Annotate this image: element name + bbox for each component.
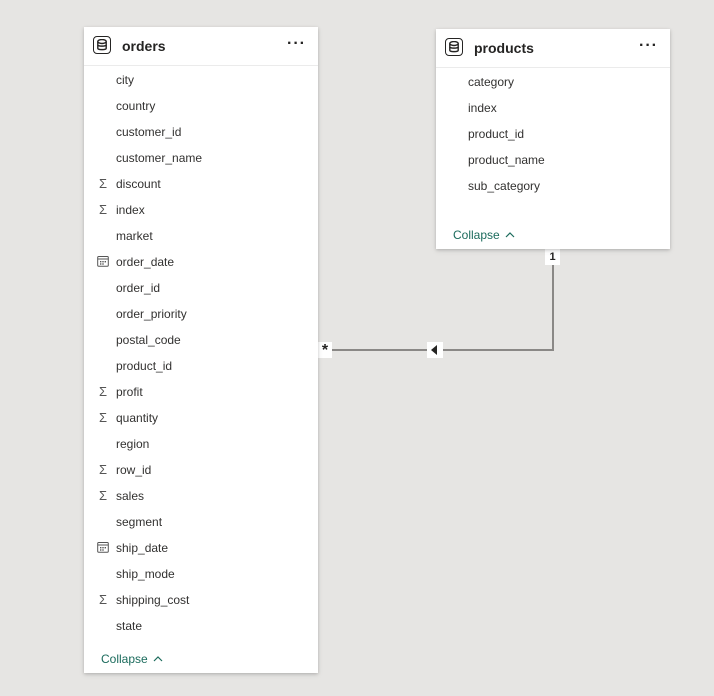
collapse-label: Collapse [453, 228, 500, 242]
field-name: product_name [468, 153, 545, 167]
field-name: order_date [116, 255, 175, 269]
field-name: sales [116, 489, 145, 503]
products-collapse-button[interactable]: Collapse [453, 228, 515, 242]
sigma-icon: Σ [98, 410, 108, 425]
orders-table-header[interactable]: orders ··· [84, 27, 318, 66]
sigma-icon: Σ [98, 488, 108, 503]
field-name: market [116, 229, 153, 243]
field-row-sub-category[interactable]: sub_category [436, 173, 670, 199]
calendar-icon [96, 535, 110, 561]
field-name: segment [116, 515, 163, 529]
orders-field-list: city country customer_id customer_name Σdisc… [84, 66, 318, 639]
field-row-product-name[interactable]: product_name [436, 147, 670, 173]
database-icon [445, 38, 463, 56]
database-icon [93, 36, 111, 54]
field-name: order_id [116, 281, 161, 295]
field-name: quantity [116, 411, 159, 425]
orders-table-title: orders [122, 38, 166, 54]
sigma-icon: Σ [98, 176, 108, 191]
field-row-region[interactable]: region [84, 431, 318, 457]
field-row-profit[interactable]: Σprofit [84, 379, 318, 405]
orders-table-card[interactable]: orders ··· city country customer_idcustome… [84, 27, 318, 673]
field-row-country[interactable]: country [84, 93, 318, 119]
field-row-order-priority[interactable]: order_priority [84, 301, 318, 327]
relationship-many-badge: * [318, 342, 332, 359]
field-row-product-id[interactable]: product_id [84, 353, 318, 379]
field-name: sub_category [468, 179, 541, 193]
calendar-icon [96, 249, 110, 275]
collapse-label: Collapse [101, 652, 148, 666]
field-name: category [468, 75, 515, 89]
field-name: country [116, 99, 156, 113]
field-name: city [116, 73, 134, 87]
chevron-up-icon [153, 652, 163, 666]
sigma-icon: Σ [98, 462, 108, 477]
relationship-one-badge: 1 [545, 249, 560, 265]
field-row-row-id[interactable]: Σrow_id [84, 457, 318, 483]
products-table-header[interactable]: products ··· [436, 29, 670, 68]
products-more-options-button[interactable]: ··· [639, 37, 658, 55]
sigma-icon: Σ [98, 384, 108, 399]
field-row-sales[interactable]: Σsales [84, 483, 318, 509]
field-row-segment[interactable]: segment [84, 509, 318, 535]
field-row-index[interactable]: Σindex [84, 197, 318, 223]
field-name: index [468, 101, 497, 115]
field-row-product-id[interactable]: product_id [436, 121, 670, 147]
field-row-customer-name[interactable]: customer_name [84, 145, 318, 171]
sigma-icon: Σ [98, 202, 108, 217]
field-name: discount [116, 177, 161, 191]
field-name: row_id [116, 463, 152, 477]
field-row-customer-id[interactable]: customer_id [84, 119, 318, 145]
field-row-city[interactable]: city [84, 67, 318, 93]
field-row-order-date[interactable]: order_date [84, 249, 318, 275]
field-name: product_id [468, 127, 525, 141]
field-name: order_priority [116, 307, 187, 321]
field-row-ship-mode[interactable]: ship_mode [84, 561, 318, 587]
field-row-shipping-cost[interactable]: Σshipping_cost [84, 587, 318, 613]
sigma-icon: Σ [98, 592, 108, 607]
chevron-up-icon [505, 228, 515, 242]
products-field-list: category index product_id product_name sub_c… [436, 68, 670, 199]
field-row-market[interactable]: market [84, 223, 318, 249]
field-row-state[interactable]: state [84, 613, 318, 639]
field-row-quantity[interactable]: Σquantity [84, 405, 318, 431]
field-name: index [116, 203, 145, 217]
field-row-index[interactable]: index [436, 95, 670, 121]
field-row-discount[interactable]: Σdiscount [84, 171, 318, 197]
field-name: customer_id [116, 125, 182, 139]
field-name: customer_name [116, 151, 203, 165]
field-name: region [116, 437, 150, 451]
orders-collapse-button[interactable]: Collapse [101, 652, 163, 666]
field-name: ship_date [116, 541, 169, 555]
field-name: ship_mode [116, 567, 175, 581]
field-name: profit [116, 385, 143, 399]
field-row-postal-code[interactable]: postal_code [84, 327, 318, 353]
field-name: state [116, 619, 143, 633]
field-row-ship-date[interactable]: ship_date [84, 535, 318, 561]
field-row-category[interactable]: category [436, 69, 670, 95]
model-canvas[interactable]: * 1 orders ··· city country customer_idcus… [0, 0, 714, 696]
filter-direction-arrow-icon [427, 342, 443, 358]
field-name: shipping_cost [116, 593, 190, 607]
orders-more-options-button[interactable]: ··· [287, 35, 306, 53]
field-row-order-id[interactable]: order_id [84, 275, 318, 301]
field-name: product_id [116, 359, 173, 373]
products-table-card[interactable]: products ··· category index product_id prod… [436, 29, 670, 249]
products-table-title: products [474, 40, 534, 56]
field-name: postal_code [116, 333, 181, 347]
